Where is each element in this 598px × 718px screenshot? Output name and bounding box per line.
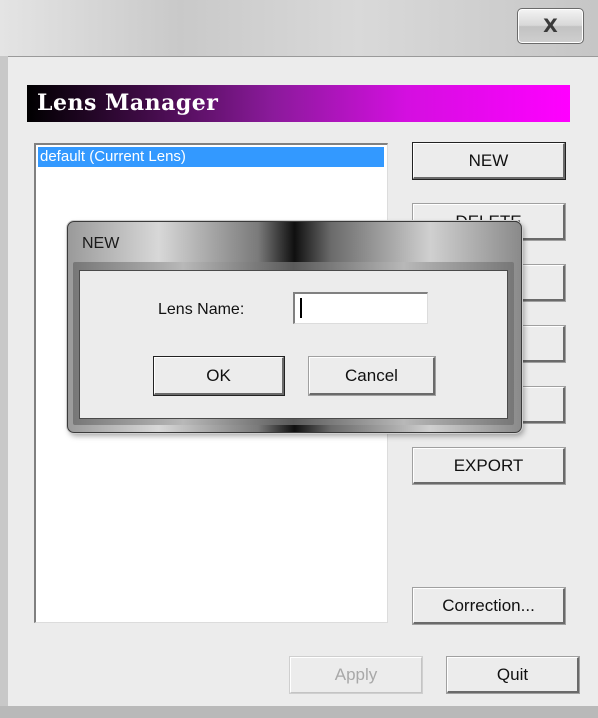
export-button[interactable]: EXPORT [413, 448, 565, 484]
text-caret [300, 298, 302, 318]
lens-name-label: Lens Name: [158, 301, 245, 318]
lens-manager-banner: Lens Manager [27, 85, 570, 122]
ok-button[interactable]: OK [154, 357, 284, 395]
apply-button[interactable]: Apply [290, 657, 422, 693]
apply-button-label: Apply [334, 665, 378, 684]
cancel-button-label: Cancel [345, 365, 398, 385]
new-lens-button[interactable]: NEW [413, 143, 565, 179]
ok-button-label: OK [206, 365, 231, 385]
title-bar[interactable]: X [0, 0, 598, 57]
cancel-button[interactable]: Cancel [309, 357, 435, 395]
quit-button[interactable]: Quit [447, 657, 579, 693]
correction-button-label: Correction... [442, 595, 535, 615]
export-button-label: EXPORT [453, 455, 524, 475]
lens-name-input[interactable] [293, 292, 428, 324]
dialog-title: NEW [82, 235, 120, 252]
banner-title: Lens Manager [37, 90, 219, 116]
close-icon: X [543, 15, 558, 37]
close-button[interactable]: X [517, 8, 584, 44]
list-item[interactable]: default (Current Lens) [38, 147, 384, 167]
dialog-body: Lens Name: OK Cancel [79, 270, 508, 419]
correction-button[interactable]: Correction... [413, 588, 565, 624]
window-edge-bottom [0, 706, 598, 718]
window-edge-left [0, 56, 8, 718]
new-lens-dialog: NEW Lens Name: OK Cancel [67, 221, 522, 433]
lens-manager-window: X Lens Manager default (Current Lens) NE… [0, 0, 598, 718]
quit-button-label: Quit [496, 664, 529, 684]
new-lens-button-label: NEW [468, 150, 509, 170]
